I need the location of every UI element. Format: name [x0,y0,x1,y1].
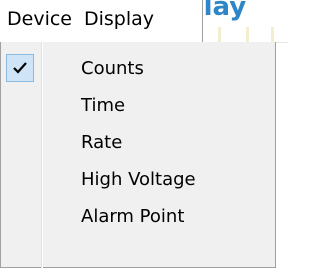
menu-item-time[interactable]: Time [1,87,275,124]
menu-item-counts[interactable]: Counts [1,50,275,87]
menu-item-high-voltage[interactable]: High Voltage [1,161,275,198]
menubar-strip [204,27,288,43]
menu-item-label: Rate [81,132,123,153]
menu-device[interactable]: Device [7,8,72,30]
display-dropdown-menu: Counts Time Rate High Voltage Alarm Poin… [0,42,276,268]
menu-item-alarm-point[interactable]: Alarm Point [1,198,275,235]
check-icon [6,54,34,82]
menu-item-label: Alarm Point [81,206,185,227]
menu-item-label: High Voltage [81,169,196,190]
menu-item-rate[interactable]: Rate [1,124,275,161]
menu-item-label: Time [81,95,126,116]
menu-display[interactable]: Display [84,8,154,30]
open-menu-header: Device Display [0,0,203,42]
menubar: Device Display [0,0,288,43]
menu-item-label: Counts [81,58,144,79]
